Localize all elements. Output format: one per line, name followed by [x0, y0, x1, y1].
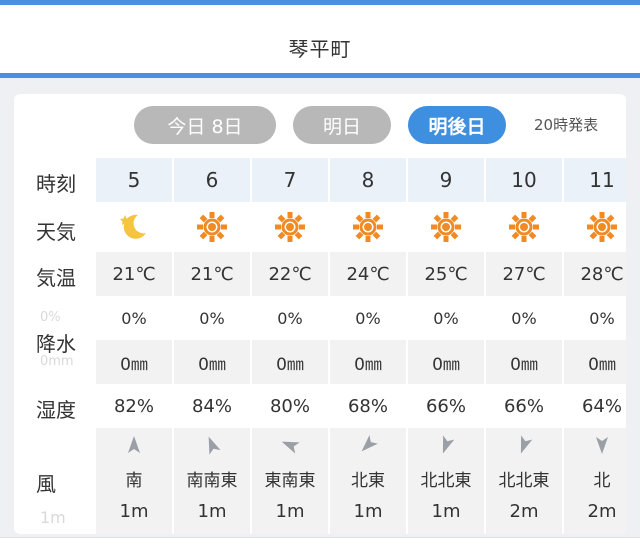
wind-arrow-icon: [442, 435, 455, 454]
wind-speed: 2m: [509, 501, 539, 522]
label-temp: 気温: [36, 266, 76, 290]
humidity-cell: 66%: [503, 395, 544, 417]
wind-direction: 北北東: [498, 471, 550, 491]
label-humidity: 湿度: [36, 398, 76, 422]
wind-arrow-icon: [281, 441, 300, 454]
label-precip: 降水: [36, 332, 76, 356]
tab-tomorrow[interactable]: 明日: [293, 106, 391, 144]
precip-mm-cell: 0㎜: [564, 340, 626, 384]
wind-direction: 北東: [351, 471, 385, 491]
precip-pct-cell: 0%: [121, 308, 147, 328]
sun-icon: [408, 202, 484, 252]
temp-cell: 28℃: [564, 252, 626, 296]
sun-icon: [252, 202, 328, 252]
wind-direction: 北北東: [420, 471, 472, 491]
wind-direction: 北: [593, 471, 611, 491]
issued-time: 20時発表: [534, 116, 599, 134]
precip-mm-cell: 0㎜: [408, 340, 484, 384]
precip-mm-cell: 0㎜: [330, 340, 406, 384]
precip-mm-cell: 0㎜: [174, 340, 250, 384]
hour-column: 6 21℃ 0% 0㎜ 84% 南南東 1m: [174, 158, 250, 534]
wind-direction: 南南東: [186, 471, 238, 491]
forecast-card: 今日 8日 明日 明後日 20時発表 時刻 天気 気温 0% 降水 0mm 湿度…: [14, 94, 626, 534]
wind-direction: 南: [125, 471, 143, 491]
precip-pct-cell: 0%: [199, 308, 225, 328]
wind-cell: 南南東 1m: [174, 428, 250, 534]
precip-pct-cell: 0%: [511, 308, 537, 328]
hour-cell: 8: [330, 158, 406, 202]
hour-cell: 9: [408, 158, 484, 202]
tab-today[interactable]: 今日 8日: [134, 106, 276, 144]
hour-cell: 5: [96, 158, 172, 202]
hour-column: 10 27℃ 0% 0㎜ 66% 北北東 2m: [486, 158, 562, 534]
humidity-cell: 84%: [191, 395, 232, 417]
wind-cell: 南 1m: [96, 428, 172, 534]
hour-column: 8 24℃ 0% 0㎜ 68% 北東 1m: [330, 158, 406, 534]
humidity-cell: 64%: [581, 395, 622, 417]
wind-speed: 1m: [353, 501, 383, 522]
bottom-toolbar: [0, 537, 640, 559]
wind-cell: 北北東 2m: [486, 428, 562, 534]
label-wind: 風: [36, 472, 56, 496]
wind-arrow-icon: [520, 435, 533, 454]
temp-cell: 27℃: [486, 252, 562, 296]
temp-cell: 21℃: [96, 252, 172, 296]
wind-direction: 東南東: [264, 471, 316, 491]
tab-day-after-tomorrow[interactable]: 明後日: [408, 106, 506, 144]
humidity-cell: 80%: [269, 395, 310, 417]
precip-pct-cell: 0%: [277, 308, 303, 328]
hour-cell: 11: [564, 158, 626, 202]
hourly-grid[interactable]: 5 21℃ 0% 0㎜ 82% 南 1m 6 21℃ 0% 0㎜ 84% 南南東 1m 7 22℃ 0% 0㎜ 80…: [96, 158, 626, 534]
wind-arrow-icon: [596, 437, 608, 454]
humidity-cell: 82%: [113, 395, 154, 417]
temp-cell: 24℃: [330, 252, 406, 296]
temp-cell: 25℃: [408, 252, 484, 296]
wind-cell: 北北東 1m: [408, 428, 484, 534]
temp-cell: 21℃: [174, 252, 250, 296]
wind-cell: 北 2m: [564, 428, 626, 534]
wind-speed: 1m: [119, 501, 149, 522]
hour-cell: 7: [252, 158, 328, 202]
page-title: 琴平町: [288, 37, 352, 61]
wind-arrow-icon: [128, 436, 140, 453]
precip-mm-cell: 0㎜: [96, 340, 172, 384]
humidity-cell: 68%: [347, 395, 388, 417]
label-weather: 天気: [36, 220, 76, 244]
wind-cell: 北東 1m: [330, 428, 406, 534]
humidity-cell: 66%: [425, 395, 466, 417]
hour-cell: 6: [174, 158, 250, 202]
sun-icon: [564, 202, 626, 252]
wind-cell: 東南東 1m: [252, 428, 328, 534]
wind-arrow-icon: [208, 436, 221, 455]
hour-column: 5 21℃ 0% 0㎜ 82% 南 1m: [96, 158, 172, 534]
wind-speed: 2m: [587, 501, 617, 522]
wind-speed: 1m: [275, 501, 305, 522]
row-labels: 時刻 天気 気温 0% 降水 0mm 湿度 風 1m: [14, 158, 90, 534]
hour-column: 9 25℃ 0% 0㎜ 66% 北北東 1m: [408, 158, 484, 534]
precip-mm-cell: 0㎜: [486, 340, 562, 384]
ghost-precip-pct: 0%: [40, 310, 61, 325]
header-bar: 琴平町: [0, 0, 640, 78]
hour-cell: 10: [486, 158, 562, 202]
sun-icon: [174, 202, 250, 252]
wind-arrow-icon: [361, 435, 378, 452]
precip-pct-cell: 0%: [355, 308, 381, 328]
precip-mm-cell: 0㎜: [252, 340, 328, 384]
sun-icon: [486, 202, 562, 252]
moon-icon: [96, 202, 172, 252]
sun-icon: [330, 202, 406, 252]
ghost-wind-speed: 1m: [40, 508, 66, 527]
precip-pct-cell: 0%: [589, 308, 615, 328]
temp-cell: 22℃: [252, 252, 328, 296]
wind-speed: 1m: [197, 501, 227, 522]
wind-speed: 1m: [431, 501, 461, 522]
hour-column: 11 28℃ 0% 0㎜ 64% 北 2m: [564, 158, 626, 534]
ghost-precip-mm: 0mm: [40, 354, 74, 369]
day-tabs: 今日 8日 明日 明後日 20時発表: [14, 94, 626, 154]
label-hour: 時刻: [36, 172, 76, 196]
hour-column: 7 22℃ 0% 0㎜ 80% 東南東 1m: [252, 158, 328, 534]
precip-pct-cell: 0%: [433, 308, 459, 328]
